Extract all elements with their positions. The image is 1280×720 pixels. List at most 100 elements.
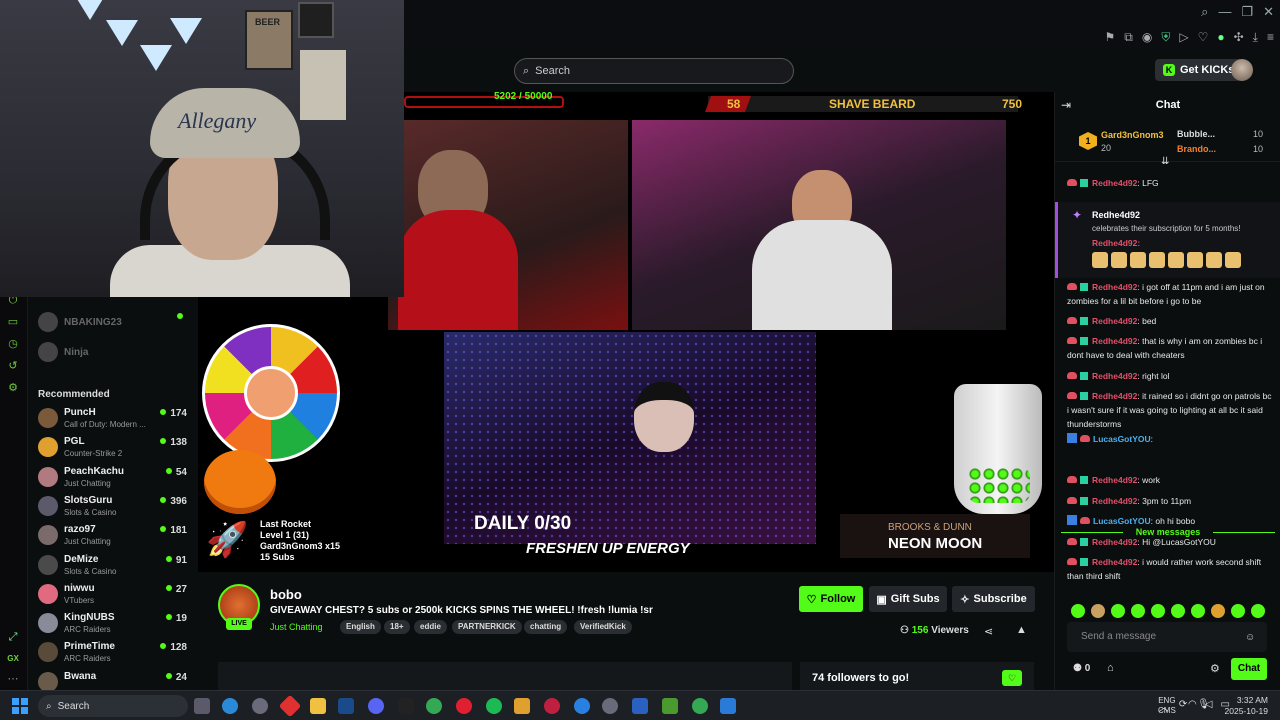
chat-username[interactable]: Redhe4d92 xyxy=(1092,537,1137,547)
send-chat-button[interactable]: Chat xyxy=(1231,658,1267,680)
chat-username[interactable]: Redhe4d92 xyxy=(1092,316,1137,326)
emote-button[interactable] xyxy=(1131,604,1145,618)
chat-username[interactable]: LucasGotYOU xyxy=(1093,516,1151,526)
bookmark-icon[interactable]: ⚑ xyxy=(1105,30,1116,45)
file-explorer-icon[interactable] xyxy=(310,698,326,714)
emote-button[interactable] xyxy=(1111,604,1125,618)
tag[interactable]: English xyxy=(340,620,381,634)
gx-corner-icon[interactable]: ⤢ xyxy=(6,630,20,644)
leader-2[interactable]: Bubble... 10 xyxy=(1177,129,1275,139)
sub-event-message-user[interactable]: Redhe4d92: xyxy=(1092,238,1140,248)
app-icon[interactable] xyxy=(602,698,618,714)
snapshot-icon[interactable]: ⧉ xyxy=(1124,30,1133,45)
tag[interactable]: eddie xyxy=(414,620,447,634)
sidebar-item-demize[interactable]: DeMize Slots & Casino 91 xyxy=(38,552,193,580)
sidebar-item-peachkachu[interactable]: PeachKachu Just Chatting 54 xyxy=(38,464,193,492)
minimize-icon[interactable]: — xyxy=(1218,4,1231,20)
download-icon[interactable]: ⤓ xyxy=(1253,30,1258,45)
chat-username[interactable]: Redhe4d92 xyxy=(1092,496,1137,506)
emote-button[interactable] xyxy=(1071,604,1085,618)
maximize-icon[interactable]: ❐ xyxy=(1241,4,1253,20)
chat-username[interactable]: Redhe4d92 xyxy=(1092,391,1137,401)
sub-event-user[interactable]: Redhe4d92 xyxy=(1092,210,1140,220)
app-icon[interactable] xyxy=(574,698,590,714)
subscribe-button[interactable]: ✧ Subscribe xyxy=(952,586,1035,612)
sidebar-item-slotsguru[interactable]: SlotsGuru Slots & Casino 396 xyxy=(38,493,193,521)
chrome-icon[interactable] xyxy=(692,698,708,714)
camera-icon[interactable]: ◉ xyxy=(1142,30,1152,45)
chat-username[interactable]: Redhe4d92 xyxy=(1092,336,1137,346)
minecraft-icon[interactable] xyxy=(662,698,678,714)
chat-settings-icon[interactable]: ⚙ xyxy=(1210,662,1220,675)
taskbar-search[interactable]: ⌕ Search xyxy=(38,695,188,717)
store-icon[interactable]: ⌂ xyxy=(1107,662,1114,674)
channel-name[interactable]: bobo xyxy=(270,587,302,602)
clock-icon[interactable]: ◷ xyxy=(6,337,20,351)
emote-button[interactable] xyxy=(1091,604,1105,618)
follow-heart-button[interactable]: ♡ xyxy=(1002,670,1022,686)
emote-button[interactable] xyxy=(1211,604,1225,618)
sidebar-item-punch[interactable]: PuncH Call of Duty: Modern ... 174 xyxy=(38,405,193,433)
category-link[interactable]: Just Chatting xyxy=(270,622,323,632)
emote-button[interactable] xyxy=(1251,604,1265,618)
emote-button[interactable] xyxy=(1171,604,1185,618)
history-icon[interactable]: ↺ xyxy=(6,359,20,373)
task-view-icon[interactable] xyxy=(194,698,210,714)
spotify-icon[interactable] xyxy=(486,698,502,714)
emote-button[interactable] xyxy=(1231,604,1245,618)
sidebar-item-kingnubs[interactable]: KingNUBS ARC Raiders 19 xyxy=(38,610,193,638)
chat-username[interactable]: Redhe4d92 xyxy=(1092,371,1137,381)
chat-username[interactable]: Redhe4d92 xyxy=(1092,557,1137,567)
chat-username[interactable]: Redhe4d92 xyxy=(1092,178,1137,188)
tag[interactable]: VerifiedKick xyxy=(574,620,632,634)
windows-start-icon[interactable] xyxy=(12,698,28,714)
chat-username[interactable]: LucasGotYOU xyxy=(1093,434,1151,444)
menu-icon[interactable]: ≡ xyxy=(1267,30,1274,45)
play-icon[interactable]: ▷ xyxy=(1179,30,1188,45)
search-input[interactable]: ⌕ Search xyxy=(514,58,794,84)
battery-icon[interactable]: ▭ xyxy=(6,315,20,329)
epic-games-icon[interactable] xyxy=(398,698,414,714)
sidebar-item-niwwu[interactable]: niwwu VTubers 27 xyxy=(38,581,193,609)
more-icon[interactable]: ⋯ xyxy=(6,672,20,686)
language-indicator[interactable]: ENG CMS xyxy=(1158,696,1176,716)
browser-search-icon[interactable]: ⌕ xyxy=(1201,4,1208,20)
opera-icon[interactable] xyxy=(456,698,472,714)
discord-icon[interactable] xyxy=(368,698,384,714)
chrome-icon[interactable] xyxy=(426,698,442,714)
steam-icon[interactable] xyxy=(338,698,354,714)
get-kicks-button[interactable]: K Get KICKs xyxy=(1155,59,1243,81)
report-icon[interactable]: ▲ xyxy=(1016,624,1027,636)
chat-message-input[interactable]: Send a message xyxy=(1067,622,1267,652)
tag[interactable]: PARTNERKICK xyxy=(452,620,522,634)
sidebar-item-pgl[interactable]: PGL Counter-Strike 2 138 xyxy=(38,434,193,462)
tag[interactable]: chatting xyxy=(524,620,568,634)
emoji-picker-icon[interactable]: ☺ xyxy=(1245,632,1255,643)
emote-button[interactable] xyxy=(1151,604,1165,618)
sidebar-item-razo97[interactable]: razo97 Just Chatting 181 xyxy=(38,522,193,550)
opera-gx-icon[interactable] xyxy=(544,698,560,714)
tag[interactable]: 18+ xyxy=(384,620,410,634)
follow-button[interactable]: ♡ Follow xyxy=(799,586,863,612)
gx-logo-icon[interactable]: GX xyxy=(6,652,20,666)
heart-icon[interactable]: ♡ xyxy=(1198,30,1209,45)
leader-3[interactable]: Brando... 10 xyxy=(1177,144,1275,154)
user-avatar[interactable] xyxy=(1231,59,1253,81)
tray-app-icon[interactable]: ⟳ xyxy=(1179,699,1187,714)
extension-badge-icon[interactable]: ● xyxy=(1217,30,1224,45)
app-icon[interactable] xyxy=(278,694,302,718)
sidebar-item-offline[interactable]: NBAKING23 xyxy=(38,309,193,337)
emote-button[interactable] xyxy=(1191,604,1205,618)
puzzle-icon[interactable]: ✣ xyxy=(1234,30,1244,45)
settings-icon[interactable]: ⚙ xyxy=(6,381,20,395)
settings-app-icon[interactable] xyxy=(252,698,268,714)
app-icon[interactable] xyxy=(720,698,736,714)
sidebar-item-offline[interactable]: Ninja xyxy=(38,339,193,367)
share-icon[interactable]: ⋖ xyxy=(984,625,993,638)
shield-icon[interactable]: ⛨ xyxy=(1161,30,1170,45)
chat-username[interactable]: Redhe4d92 xyxy=(1092,282,1137,292)
chat-username[interactable]: Redhe4d92 xyxy=(1092,475,1137,485)
leader-name[interactable]: Gard3nGnom3 xyxy=(1101,130,1164,140)
clock[interactable]: 3:32 AM 2025-10-19 xyxy=(1222,695,1268,717)
kicks-balance[interactable]: ⚉ 0 xyxy=(1073,663,1090,674)
